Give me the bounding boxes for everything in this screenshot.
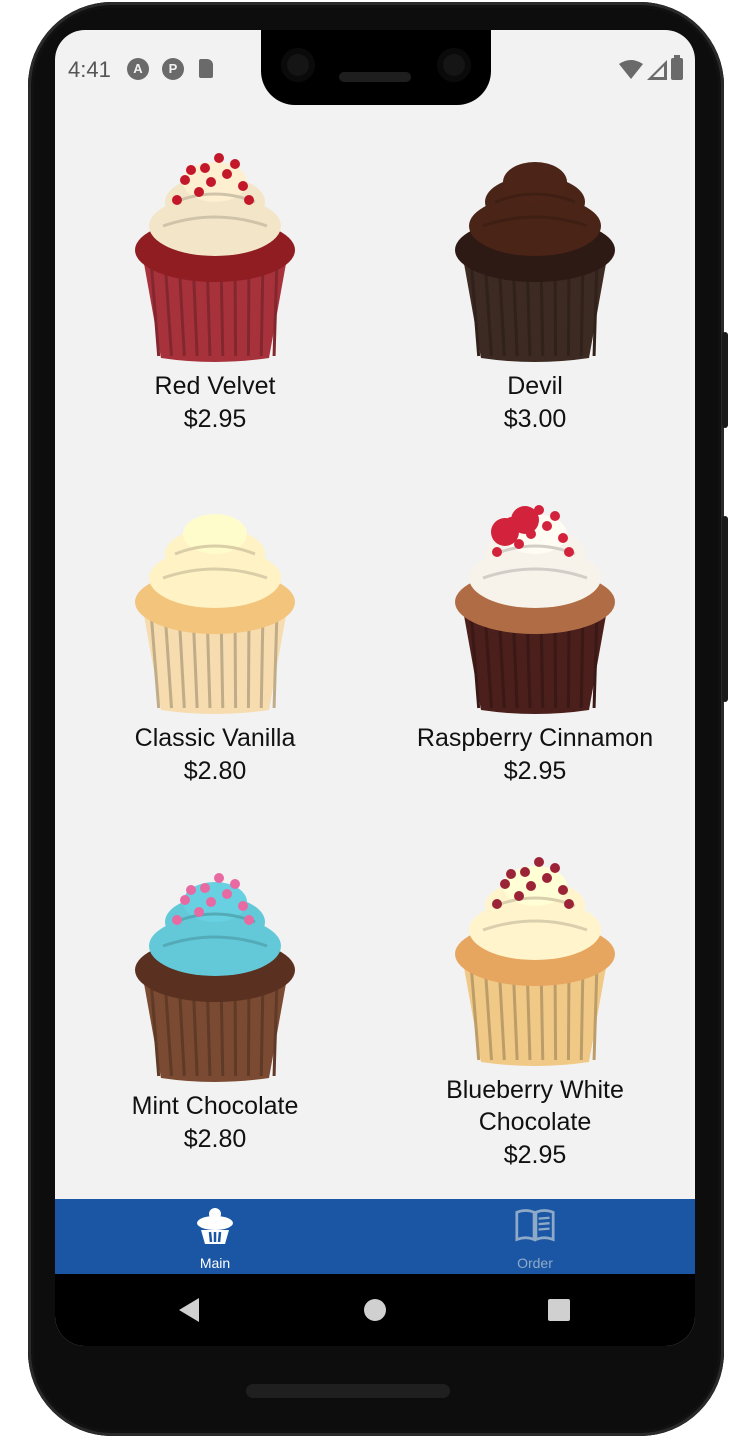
product-card[interactable]: Raspberry Cinnamon $2.95 (375, 482, 695, 788)
wifi-icon (619, 60, 643, 79)
bottom-tab-bar: Main Order (55, 1199, 695, 1274)
camera-notch (261, 30, 491, 105)
product-name: Devil (507, 372, 563, 400)
tab-main[interactable]: Main (55, 1199, 375, 1274)
tab-main-label: Main (199, 1255, 231, 1271)
back-triangle-icon (179, 1298, 199, 1322)
screen: 4:41 A P Red Velvet $2.95 Devil $3.00 Cl… (55, 30, 695, 1346)
bottom-speaker-grille (246, 1384, 450, 1398)
front-camera-icon (281, 48, 315, 82)
product-name: Classic Vanilla (134, 724, 296, 752)
product-price: $2.80 (183, 1125, 247, 1153)
recents-square-icon (548, 1299, 570, 1321)
a-notification-icon: A (127, 58, 149, 80)
system-nav-bar (55, 1274, 695, 1346)
home-circle-icon (364, 1299, 386, 1321)
status-time: 4:41 (68, 57, 111, 82)
product-price: $2.95 (503, 757, 567, 785)
nav-home-button[interactable] (335, 1274, 415, 1346)
nav-back-button[interactable] (149, 1274, 229, 1346)
product-card[interactable]: Red Velvet $2.95 (55, 130, 375, 436)
product-name: Mint Chocolate (131, 1092, 299, 1120)
cell-signal-icon (647, 60, 667, 80)
red-velvet-cupcake-image (135, 153, 295, 362)
battery-icon (671, 55, 683, 80)
nav-recents-button[interactable] (519, 1274, 599, 1346)
open-book-icon (515, 1209, 555, 1242)
cupcake-icon (197, 1208, 233, 1244)
phone-frame: 4:41 A P Red Velvet $2.95 Devil $3.00 Cl… (28, 2, 728, 1436)
product-name: Red Velvet (154, 372, 276, 400)
product-card[interactable]: Mint Chocolate $2.80 (55, 850, 375, 1156)
product-price: $2.80 (183, 757, 247, 785)
earpiece-speaker (339, 72, 411, 82)
devil-cupcake-image (455, 162, 615, 362)
product-price: $2.95 (503, 1141, 567, 1169)
product-price: $2.95 (183, 405, 247, 433)
product-card[interactable]: Devil $3.00 (375, 130, 695, 436)
raspberry-cinnamon-cupcake-image (455, 505, 615, 714)
sd-card-icon (199, 59, 213, 78)
front-camera-icon (437, 48, 471, 82)
mint-chocolate-cupcake-image (135, 873, 295, 1082)
p-notification-icon: P (162, 58, 184, 80)
product-name: Raspberry Cinnamon (416, 724, 654, 752)
product-name: Blueberry White Chocolate (446, 1076, 624, 1136)
volume-button (722, 332, 728, 428)
product-card[interactable]: Classic Vanilla $2.80 (55, 482, 375, 788)
product-card[interactable]: Blueberry White Chocolate $2.95 (405, 834, 665, 1172)
classic-vanilla-cupcake-image (135, 514, 295, 714)
blueberry-white-chocolate-cupcake-image (455, 857, 615, 1066)
tab-order-label: Order (517, 1255, 553, 1271)
tab-order[interactable]: Order (375, 1199, 695, 1274)
power-button (722, 516, 728, 702)
product-price: $3.00 (503, 405, 567, 433)
